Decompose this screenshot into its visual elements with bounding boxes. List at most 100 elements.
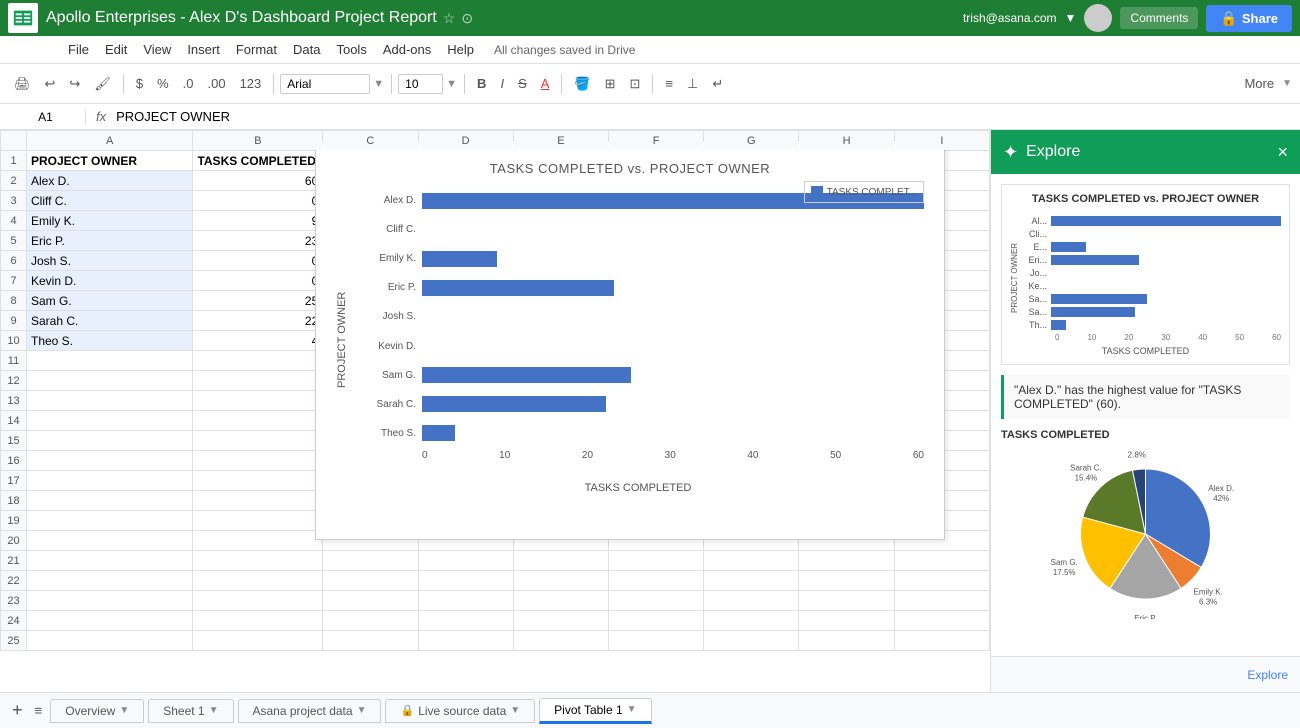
- cell-24-E[interactable]: [513, 611, 608, 631]
- cell-11-A[interactable]: [27, 351, 193, 371]
- cell-15-B[interactable]: [193, 431, 323, 451]
- cell-21-C[interactable]: [323, 551, 418, 571]
- chevron-down-icon[interactable]: ▼: [1065, 11, 1077, 25]
- col-header-A[interactable]: A: [27, 131, 193, 151]
- currency-button[interactable]: $: [130, 73, 149, 94]
- cell-3-A[interactable]: Cliff C.: [27, 191, 193, 211]
- cell-10-A[interactable]: Theo S.: [27, 331, 193, 351]
- cell-24-I[interactable]: [894, 611, 989, 631]
- font-size-input[interactable]: [398, 74, 443, 94]
- cell-5-B[interactable]: 23: [193, 231, 323, 251]
- merge-button[interactable]: ⊡: [624, 73, 647, 95]
- share-button[interactable]: 🔒 Share: [1206, 5, 1292, 32]
- cell-12-B[interactable]: [193, 371, 323, 391]
- cell-1-B[interactable]: TASKS COMPLETED: [193, 151, 323, 171]
- menu-addons[interactable]: Add-ons: [375, 36, 439, 64]
- cell-18-B[interactable]: [193, 491, 323, 511]
- menu-help[interactable]: Help: [439, 36, 482, 64]
- cell-22-D[interactable]: [418, 571, 513, 591]
- cell-17-B[interactable]: [193, 471, 323, 491]
- fill-color-button[interactable]: 🪣: [568, 73, 596, 95]
- cell-14-A[interactable]: [27, 411, 193, 431]
- menu-view[interactable]: View: [135, 36, 179, 64]
- cell-3-B[interactable]: 0: [193, 191, 323, 211]
- tab-live-source[interactable]: 🔒 Live source data ▼: [385, 699, 535, 723]
- strikethrough-button[interactable]: S: [512, 73, 533, 94]
- cell-23-E[interactable]: [513, 591, 608, 611]
- cell-19-A[interactable]: [27, 511, 193, 531]
- cell-2-B[interactable]: 60: [193, 171, 323, 191]
- cell-22-H[interactable]: [799, 571, 894, 591]
- cell-reference-input[interactable]: [6, 110, 86, 124]
- cell-14-B[interactable]: [193, 411, 323, 431]
- cell-18-A[interactable]: [27, 491, 193, 511]
- menu-format[interactable]: Format: [228, 36, 285, 64]
- cell-22-E[interactable]: [513, 571, 608, 591]
- menu-edit[interactable]: Edit: [97, 36, 135, 64]
- cell-25-H[interactable]: [799, 631, 894, 651]
- cell-23-G[interactable]: [704, 591, 799, 611]
- align-bottom[interactable]: ⊥: [681, 73, 704, 95]
- menu-tools[interactable]: Tools: [328, 36, 374, 64]
- cell-6-A[interactable]: Josh S.: [27, 251, 193, 271]
- comments-button[interactable]: Comments: [1120, 7, 1198, 29]
- col-header-G[interactable]: G: [704, 131, 799, 151]
- cell-10-B[interactable]: 4: [193, 331, 323, 351]
- cell-9-A[interactable]: Sarah C.: [27, 311, 193, 331]
- cell-20-A[interactable]: [27, 531, 193, 551]
- formula-input[interactable]: [116, 109, 1294, 124]
- cell-1-A[interactable]: PROJECT OWNER: [27, 151, 193, 171]
- cell-21-D[interactable]: [418, 551, 513, 571]
- cell-4-A[interactable]: Emily K.: [27, 211, 193, 231]
- cell-25-C[interactable]: [323, 631, 418, 651]
- col-header-B[interactable]: B: [193, 131, 323, 151]
- increase-decimal[interactable]: .00: [201, 73, 231, 94]
- cell-24-G[interactable]: [704, 611, 799, 631]
- cell-13-B[interactable]: [193, 391, 323, 411]
- cell-23-B[interactable]: [193, 591, 323, 611]
- col-header-I[interactable]: I: [894, 131, 989, 151]
- cell-23-C[interactable]: [323, 591, 418, 611]
- tab-pivot[interactable]: Pivot Table 1 ▼: [539, 698, 651, 724]
- cell-24-D[interactable]: [418, 611, 513, 631]
- cell-22-I[interactable]: [894, 571, 989, 591]
- cell-6-B[interactable]: 0: [193, 251, 323, 271]
- menu-file[interactable]: File: [60, 36, 97, 64]
- font-family-input[interactable]: [280, 74, 370, 94]
- cell-21-G[interactable]: [704, 551, 799, 571]
- print-button[interactable]: 🖨: [8, 73, 37, 95]
- cell-23-H[interactable]: [799, 591, 894, 611]
- add-sheet-button[interactable]: +: [8, 700, 27, 721]
- cell-21-B[interactable]: [193, 551, 323, 571]
- explore-content[interactable]: TASKS COMPLETED vs. PROJECT OWNER PROJEC…: [991, 174, 1300, 656]
- cell-9-B[interactable]: 22: [193, 311, 323, 331]
- col-header-D[interactable]: D: [418, 131, 513, 151]
- cell-25-F[interactable]: [608, 631, 703, 651]
- cell-25-A[interactable]: [27, 631, 193, 651]
- cell-19-B[interactable]: [193, 511, 323, 531]
- star-icon[interactable]: ☆: [443, 10, 456, 27]
- cell-25-I[interactable]: [894, 631, 989, 651]
- col-header-F[interactable]: F: [608, 131, 703, 151]
- cell-21-H[interactable]: [799, 551, 894, 571]
- cell-5-A[interactable]: Eric P.: [27, 231, 193, 251]
- grid-wrapper[interactable]: A B C D E F G H I 1PROJECT OWNERTASKS CO…: [0, 130, 990, 692]
- cell-22-A[interactable]: [27, 571, 193, 591]
- cell-23-A[interactable]: [27, 591, 193, 611]
- borders-button[interactable]: ⊞: [599, 73, 622, 95]
- cell-12-A[interactable]: [27, 371, 193, 391]
- italic-button[interactable]: I: [494, 73, 510, 94]
- redo-button[interactable]: ↪: [63, 73, 86, 95]
- cell-7-B[interactable]: 0: [193, 271, 323, 291]
- explore-close-button[interactable]: ×: [1277, 142, 1288, 163]
- cell-23-I[interactable]: [894, 591, 989, 611]
- cell-20-B[interactable]: [193, 531, 323, 551]
- cell-25-D[interactable]: [418, 631, 513, 651]
- cell-4-B[interactable]: 9: [193, 211, 323, 231]
- cell-15-A[interactable]: [27, 431, 193, 451]
- decrease-decimal[interactable]: .0: [177, 73, 200, 94]
- sheet-list-button[interactable]: ≡: [31, 703, 47, 718]
- cell-24-H[interactable]: [799, 611, 894, 631]
- menu-insert[interactable]: Insert: [179, 36, 228, 64]
- align-left[interactable]: ≡: [659, 73, 679, 94]
